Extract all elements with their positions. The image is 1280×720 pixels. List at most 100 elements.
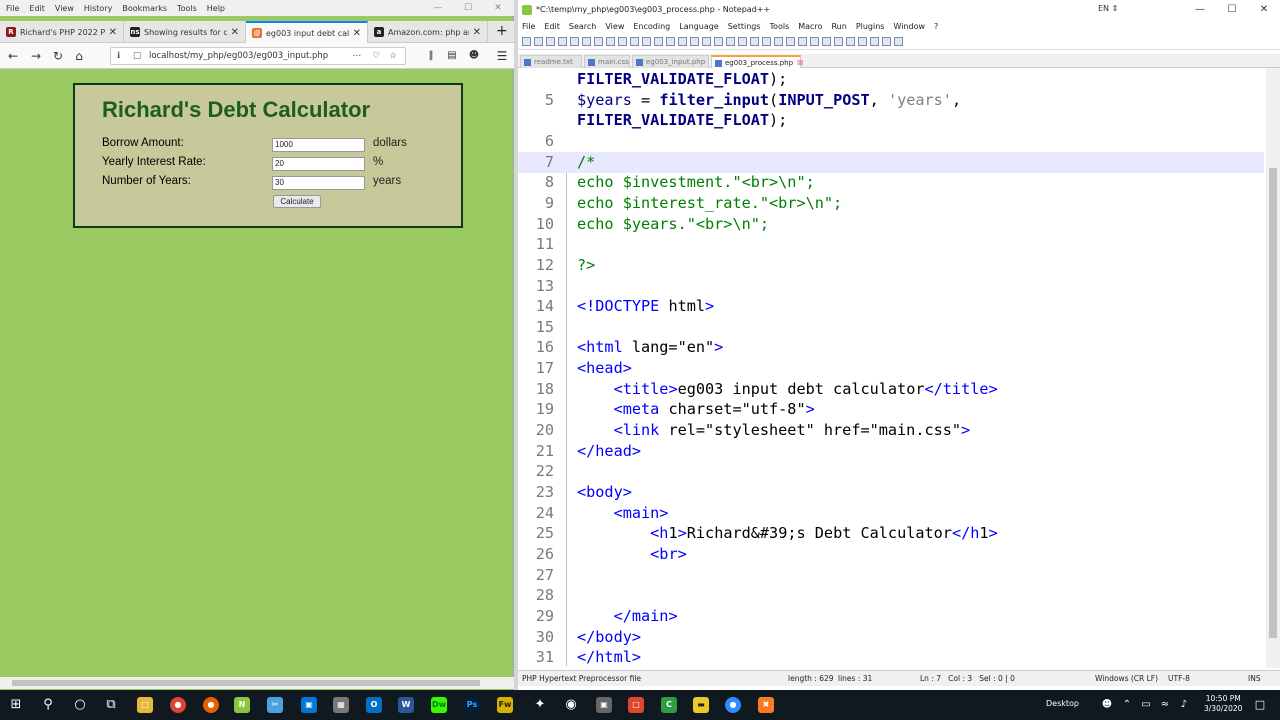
tab-close-icon[interactable]: ✕ — [109, 27, 117, 38]
code-line[interactable]: 19 <meta charset="utf-8"> — [518, 399, 1264, 420]
search-icon[interactable]: ⚲ — [38, 695, 58, 715]
code-line[interactable]: 26 <br> — [518, 544, 1264, 565]
find-icon[interactable] — [666, 37, 675, 46]
npp-menu-3[interactable]: View — [605, 20, 624, 34]
sidebar-icon[interactable]: ▤ — [444, 48, 460, 64]
code-line[interactable]: 14 <!DOCTYPE html> — [518, 296, 1264, 317]
close-icon[interactable]: ✕ — [1248, 0, 1280, 20]
copy-icon[interactable] — [618, 37, 627, 46]
open-icon[interactable] — [534, 37, 543, 46]
word-icon[interactable]: W — [398, 697, 414, 713]
code-line[interactable]: 21 </head> — [518, 441, 1264, 462]
paste-icon[interactable] — [630, 37, 639, 46]
npp-menu-10[interactable]: Plugins — [856, 20, 885, 34]
photoshop-icon[interactable]: Ps — [464, 697, 480, 713]
code-line[interactable]: 7 /* — [518, 151, 1264, 173]
stop-icon[interactable] — [846, 37, 855, 46]
new-tab-icon[interactable]: + — [496, 23, 508, 39]
code-line[interactable]: 16 <html lang="en"> — [518, 337, 1264, 358]
globe-icon[interactable]: ◉ — [561, 695, 581, 715]
menu-bookmarks[interactable]: Bookmarks — [122, 4, 167, 13]
menu-view[interactable]: View — [55, 4, 74, 13]
zoom-out-icon[interactable] — [702, 37, 711, 46]
desktop-toolbar-label[interactable]: Desktop — [1046, 699, 1079, 708]
code-line[interactable]: 12 ?> — [518, 255, 1264, 276]
app-window-icon[interactable]: ▣ — [596, 697, 612, 713]
save-macro-icon[interactable] — [882, 37, 891, 46]
indent-guide-icon[interactable] — [762, 37, 771, 46]
redo-icon[interactable] — [654, 37, 663, 46]
monitor-icon[interactable] — [822, 37, 831, 46]
years-input[interactable]: 30 — [272, 176, 365, 190]
npp-menu-8[interactable]: Macro — [798, 20, 822, 34]
account-icon[interactable]: ☻ — [466, 48, 482, 64]
doc-map-icon[interactable] — [786, 37, 795, 46]
play-multi-icon[interactable] — [870, 37, 879, 46]
sync-v-icon[interactable] — [714, 37, 723, 46]
menu-edit[interactable]: Edit — [29, 4, 45, 13]
calculate-button[interactable]: Calculate — [273, 195, 321, 208]
pdf-icon[interactable]: □ — [628, 697, 644, 713]
cut-icon[interactable] — [606, 37, 615, 46]
dreamweaver-icon[interactable]: Dw — [431, 697, 447, 713]
fireworks-icon[interactable]: Fw — [497, 697, 513, 713]
tray-arrow-icon[interactable]: ⌃ — [1117, 695, 1137, 715]
notepadpp-icon[interactable]: N — [234, 697, 250, 713]
minimize-icon[interactable]: — — [1184, 0, 1216, 20]
editor-tab-1[interactable]: main.css — [584, 55, 630, 68]
back-icon[interactable]: ← — [5, 48, 21, 64]
forward-icon[interactable]: → — [28, 48, 44, 64]
cortana-icon[interactable]: ○ — [70, 695, 90, 715]
npp-menu-2[interactable]: Search — [569, 20, 596, 34]
battery-icon[interactable]: ▭ — [1136, 695, 1156, 715]
tab-close-icon[interactable]: ✕ — [231, 27, 239, 38]
replace-icon[interactable] — [678, 37, 687, 46]
xampp-icon[interactable]: ✖ — [758, 697, 774, 713]
npp-menu-6[interactable]: Settings — [728, 20, 761, 34]
code-line[interactable]: FILTER_VALIDATE_FLOAT); — [518, 69, 1264, 90]
code-line[interactable]: 31 </html> — [518, 647, 1264, 668]
clock[interactable]: 10:50 PM 3/30/2020 — [1204, 694, 1242, 714]
library-icon[interactable]: ‖ — [423, 48, 439, 64]
code-line[interactable]: 27 — [518, 565, 1264, 586]
url-bar[interactable]: ℹ □ localhost/my_php/eg003/eg003_input.p… — [110, 47, 406, 65]
play-icon[interactable] — [858, 37, 867, 46]
record-icon[interactable] — [834, 37, 843, 46]
start-icon[interactable]: ⊞ — [6, 695, 26, 715]
code-line[interactable]: 22 — [518, 461, 1264, 482]
language-indicator[interactable]: EN ⇕ — [1098, 4, 1118, 13]
maximize-icon[interactable]: ☐ — [453, 0, 483, 16]
code-line[interactable]: 13 — [518, 276, 1264, 297]
code-line[interactable]: 23 <body> — [518, 482, 1264, 503]
pocket-icon[interactable]: ♡ — [372, 48, 380, 64]
npp-menu-12[interactable]: ? — [934, 20, 938, 34]
horizontal-scrollbar-thumb[interactable] — [12, 680, 480, 686]
app-icon[interactable]: ▣ — [301, 697, 317, 713]
zoom-in-icon[interactable] — [690, 37, 699, 46]
camtasia-icon[interactable]: C — [661, 697, 677, 713]
close-icon[interactable] — [570, 37, 579, 46]
tab-close-icon[interactable]: ✕ — [473, 27, 481, 38]
tab-close-icon[interactable]: ☒ — [797, 59, 803, 67]
code-line[interactable]: 9 echo $interest_rate."<br>\n"; — [518, 193, 1264, 214]
code-line[interactable]: 29 </main> — [518, 606, 1264, 627]
wifi-icon[interactable]: ≈ — [1155, 695, 1175, 715]
menu-history[interactable]: History — [84, 4, 112, 13]
menu-tools[interactable]: Tools — [177, 4, 197, 13]
outlook-icon[interactable]: O — [366, 697, 382, 713]
volume-icon[interactable]: ♪ — [1174, 695, 1194, 715]
vertical-scrollbar-thumb[interactable] — [1269, 168, 1277, 638]
code-line[interactable]: 25 <h1>Richard&#39;s Debt Calculator</h1… — [518, 523, 1264, 544]
func-list-icon[interactable] — [798, 37, 807, 46]
file-explorer-icon[interactable]: □ — [137, 697, 153, 713]
borrow-amount-input[interactable]: 1000 — [272, 138, 365, 152]
browser-tab-2[interactable]: @ eg003 input debt calcul ✕ — [246, 21, 368, 43]
firefox-icon[interactable]: ● — [203, 697, 219, 713]
code-line[interactable]: 28 — [518, 585, 1264, 606]
new-icon[interactable] — [522, 37, 531, 46]
lang-icon[interactable] — [774, 37, 783, 46]
code-line[interactable]: 15 — [518, 317, 1264, 338]
browser-tab-1[interactable]: ns Showing results for co ✕ — [124, 21, 246, 43]
save-icon[interactable] — [546, 37, 555, 46]
code-line[interactable]: 5 $years = filter_input(INPUT_POST, 'year… — [518, 90, 1264, 111]
